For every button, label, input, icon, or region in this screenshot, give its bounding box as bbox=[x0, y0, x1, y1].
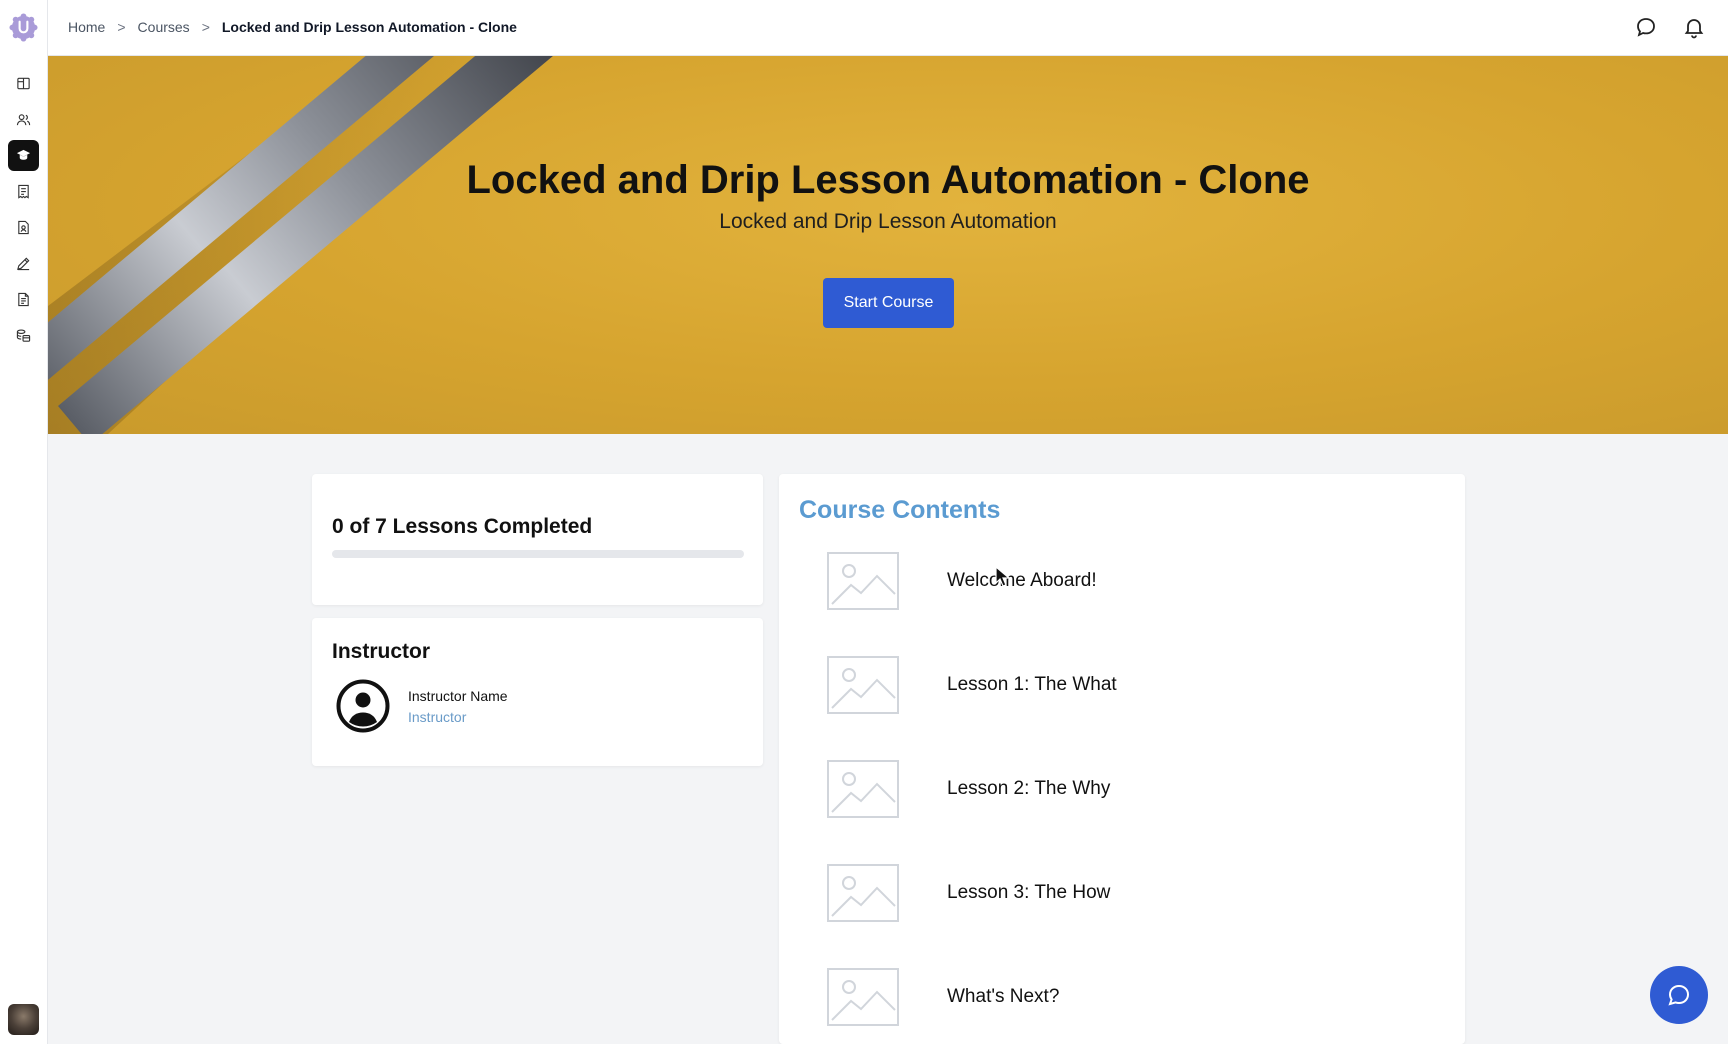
lesson-title: Lesson 2: The Why bbox=[947, 778, 1111, 799]
course-contents-title: Course Contents bbox=[799, 496, 1001, 524]
mouse-cursor-icon bbox=[995, 566, 1011, 587]
course-hero: Locked and Drip Lesson Automation - Clon… bbox=[48, 56, 1728, 434]
lesson-item[interactable]: Lesson 2: The Why bbox=[779, 752, 1465, 832]
progress-bar bbox=[332, 550, 744, 558]
instructor-heading: Instructor bbox=[332, 640, 431, 663]
pencil-icon[interactable] bbox=[8, 248, 39, 279]
coins-icon[interactable] bbox=[8, 320, 39, 351]
lesson-title: Lesson 3: The How bbox=[947, 882, 1111, 903]
breadcrumb-courses[interactable]: Courses bbox=[138, 19, 190, 35]
progress-card: 0 of 7 Lessons Completed bbox=[312, 474, 763, 605]
lesson-title: What's Next? bbox=[947, 986, 1060, 1007]
message-bubble-icon[interactable] bbox=[1634, 15, 1658, 39]
image-placeholder-icon bbox=[827, 656, 899, 714]
user-circle-icon bbox=[336, 679, 390, 733]
course-contents-card: Course Contents Welcome Aboard! Lesson 1… bbox=[779, 474, 1465, 1044]
course-title: Locked and Drip Lesson Automation - Clon… bbox=[466, 158, 1310, 202]
user-avatar[interactable] bbox=[8, 1004, 39, 1035]
course-subtitle: Locked and Drip Lesson Automation bbox=[719, 210, 1057, 233]
users-icon[interactable] bbox=[8, 104, 39, 135]
image-placeholder-icon bbox=[827, 760, 899, 818]
lesson-item[interactable]: Welcome Aboard! bbox=[779, 544, 1465, 624]
pencils-illustration bbox=[48, 56, 566, 434]
sidebar bbox=[0, 0, 48, 1044]
bell-icon[interactable] bbox=[1682, 15, 1706, 39]
image-placeholder-icon bbox=[827, 552, 899, 610]
receipt-icon[interactable] bbox=[8, 176, 39, 207]
image-placeholder-icon bbox=[827, 968, 899, 1026]
top-bar: Home > Courses > Locked and Drip Lesson … bbox=[48, 0, 1728, 56]
support-chat-button[interactable] bbox=[1650, 966, 1708, 1024]
breadcrumb-separator: > bbox=[117, 19, 126, 35]
breadcrumb-separator: > bbox=[201, 19, 210, 35]
graduation-cap-icon[interactable] bbox=[8, 140, 39, 171]
lesson-item[interactable]: What's Next? bbox=[779, 960, 1465, 1040]
instructor-card: Instructor Instructor Name Instructor bbox=[312, 618, 763, 766]
image-placeholder-icon bbox=[827, 864, 899, 922]
instructor-role: Instructor bbox=[408, 709, 467, 725]
breadcrumb: Home > Courses > Locked and Drip Lesson … bbox=[68, 19, 517, 35]
lesson-item[interactable]: Lesson 1: The What bbox=[779, 648, 1465, 728]
start-course-button[interactable]: Start Course bbox=[823, 278, 954, 328]
lesson-item[interactable]: Lesson 3: The How bbox=[779, 856, 1465, 936]
lessons-completed-label: 0 of 7 Lessons Completed bbox=[332, 515, 593, 538]
lesson-title: Welcome Aboard! bbox=[947, 570, 1097, 591]
file-text-icon[interactable] bbox=[8, 284, 39, 315]
instructor-name: Instructor Name bbox=[408, 688, 508, 704]
app-logo-icon[interactable] bbox=[8, 12, 39, 43]
book-open-icon[interactable] bbox=[8, 68, 39, 99]
lesson-title: Lesson 1: The What bbox=[947, 674, 1117, 695]
breadcrumb-current: Locked and Drip Lesson Automation - Clon… bbox=[221, 19, 517, 35]
document-icon[interactable] bbox=[8, 212, 39, 243]
breadcrumb-home[interactable]: Home bbox=[68, 19, 105, 35]
chat-support-icon bbox=[1668, 984, 1690, 1006]
